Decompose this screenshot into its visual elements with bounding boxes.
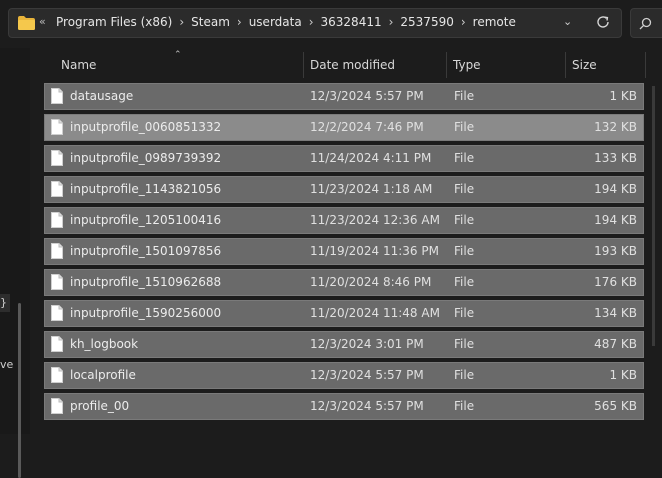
column-header: ⌃ Name Date modified Type Size [44,50,662,78]
file-name: inputprofile_0060851332 [70,120,222,134]
breadcrumb-separator-icon[interactable]: › [237,15,242,29]
file-name: kh_logbook [70,337,139,351]
file-size: 1 KB [609,89,637,103]
file-size: 565 KB [594,399,637,413]
file-name: inputprofile_1205100416 [70,213,222,227]
file-size: 134 KB [594,306,637,320]
file-name: inputprofile_0989739392 [70,151,222,165]
file-date: 11/20/2024 8:46 PM [310,275,432,289]
file-row[interactable]: inputprofile_1205100416 11/23/2024 12:36 … [44,207,644,234]
chevron-down-icon[interactable]: ⌄ [563,15,572,28]
file-type: File [454,151,475,165]
column-type-header[interactable]: Type [445,52,565,78]
file-name: datausage [70,89,134,103]
file-date: 12/3/2024 3:01 PM [310,337,424,351]
file-size: 132 KB [594,120,637,134]
file-size: 194 KB [594,213,637,227]
breadcrumb-separator-icon[interactable]: › [179,15,184,29]
file-type: File [454,213,475,227]
file-type: File [454,399,475,413]
file-icon [51,119,63,135]
file-name: inputprofile_1143821056 [70,182,222,196]
breadcrumb: Program Files (x86) › Steam › userdata › 36328… [56,15,516,29]
file-type: File [454,244,475,258]
file-type: File [454,89,475,103]
nav-scrollbar[interactable] [18,303,21,478]
breadcrumb-item[interactable]: Program Files (x86) [56,15,172,29]
file-row[interactable]: profile_00 12/3/2024 5:57 PM File 565 KB [44,393,644,420]
file-type: File [454,337,475,351]
navigation-pane[interactable] [0,48,30,478]
breadcrumb-item[interactable]: 2537590 [400,15,453,29]
breadcrumb-item[interactable]: remote [473,15,516,29]
file-type: File [454,306,475,320]
file-date: 11/23/2024 1:18 AM [310,182,433,196]
file-icon [51,274,63,290]
file-row[interactable]: inputprofile_1510962688 11/20/2024 8:46 P… [44,269,644,296]
file-icon [51,398,63,414]
breadcrumb-item[interactable]: 36328411 [321,15,382,29]
breadcrumb-separator-icon[interactable]: › [461,15,466,29]
file-size: 194 KB [594,182,637,196]
file-date: 11/24/2024 4:11 PM [310,151,432,165]
breadcrumb-item[interactable]: userdata [249,15,302,29]
file-icon [51,88,63,104]
file-type: File [454,368,475,382]
breadcrumb-item[interactable]: Steam [191,15,230,29]
file-size: 193 KB [594,244,637,258]
file-row[interactable]: inputprofile_0989739392 11/24/2024 4:11 P… [44,145,644,172]
address-bar[interactable]: « Program Files (x86) › Steam › userdata › 363… [8,8,622,38]
file-icon [51,212,63,228]
nav-partial-text: ve [0,358,14,371]
file-icon [51,305,63,321]
file-date: 12/3/2024 5:57 PM [310,368,424,382]
file-row[interactable]: datausage 12/3/2024 5:57 PM File 1 KB [44,83,644,110]
search-box[interactable] [630,8,662,38]
file-row[interactable]: localprofile 12/3/2024 5:57 PM File 1 KB [44,362,644,389]
column-size-header[interactable]: Size [564,52,644,78]
file-list-scrollbar[interactable] [652,86,655,346]
overflow-chevron-icon[interactable]: « [39,15,46,28]
file-date: 11/20/2024 11:48 AM [310,306,440,320]
column-date-header[interactable]: Date modified [302,52,446,78]
file-name: inputprofile_1510962688 [70,275,222,289]
file-icon [51,150,63,166]
search-icon [639,17,652,30]
file-date: 11/23/2024 12:36 AM [310,213,440,227]
file-icon [51,367,63,383]
column-name-header[interactable]: Name [53,52,303,78]
file-name: inputprofile_1501097856 [70,244,222,258]
file-date: 12/2/2024 7:46 PM [310,120,424,134]
folder-icon [18,16,35,30]
file-row[interactable]: inputprofile_1590256000 11/20/2024 11:48 … [44,300,644,327]
file-icon [51,181,63,197]
column-divider[interactable] [645,52,646,78]
file-size: 133 KB [594,151,637,165]
file-row[interactable]: inputprofile_0060851332 12/2/2024 7:46 PM… [44,114,644,141]
file-type: File [454,275,475,289]
file-name: profile_00 [70,399,130,413]
file-row[interactable]: inputprofile_1501097856 11/19/2024 11:36 … [44,238,644,265]
file-date: 12/3/2024 5:57 PM [310,89,424,103]
file-icon [51,336,63,352]
file-type: File [454,182,475,196]
file-size: 176 KB [594,275,637,289]
file-name: localprofile [70,368,136,382]
file-date: 11/19/2024 11:36 PM [310,244,439,258]
file-size: 1 KB [609,368,637,382]
nav-partial-text: } [0,294,10,312]
file-name: inputprofile_1590256000 [70,306,222,320]
file-icon [51,243,63,259]
refresh-icon[interactable] [595,14,611,30]
file-row[interactable]: kh_logbook 12/3/2024 3:01 PM File 487 KB [44,331,644,358]
file-row[interactable]: inputprofile_1143821056 11/23/2024 1:18 A… [44,176,644,203]
file-date: 12/3/2024 5:57 PM [310,399,424,413]
file-size: 487 KB [594,337,637,351]
file-type: File [454,120,475,134]
breadcrumb-separator-icon[interactable]: › [389,15,394,29]
breadcrumb-separator-icon[interactable]: › [309,15,314,29]
